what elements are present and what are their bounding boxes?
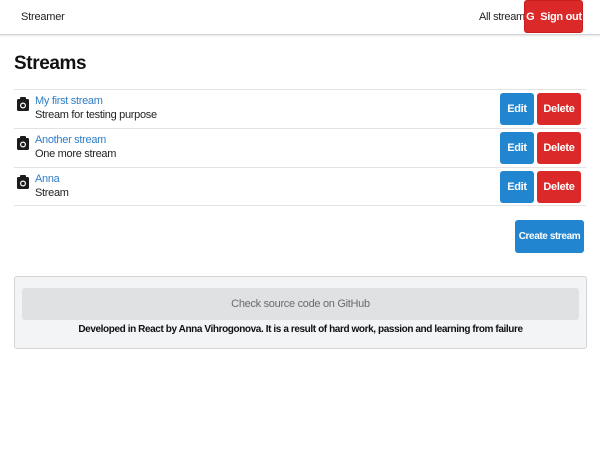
- top-menu: Streamer All streams G Sign out: [0, 0, 600, 35]
- list-item: My first stream Stream for testing purpo…: [14, 89, 586, 128]
- create-stream-button[interactable]: Create stream: [515, 220, 584, 253]
- stream-description: Stream: [35, 187, 69, 199]
- edit-button[interactable]: Edit: [500, 132, 534, 164]
- list-item: Anna Stream Edit Delete: [14, 167, 586, 206]
- sign-out-button[interactable]: G Sign out: [524, 0, 583, 33]
- list-item: Another stream One more stream Edit Dele…: [14, 128, 586, 167]
- google-icon: G: [526, 10, 535, 23]
- page-title: Streams: [14, 53, 87, 74]
- camera-icon: [17, 175, 29, 189]
- footer-segment: Check source code on GitHub Developed in…: [14, 276, 587, 349]
- edit-button[interactable]: Edit: [500, 171, 534, 203]
- sign-out-label: Sign out: [540, 10, 582, 23]
- stream-description: One more stream: [35, 148, 117, 160]
- stream-title-link[interactable]: Anna: [35, 173, 60, 185]
- stream-title-link[interactable]: My first stream: [35, 95, 103, 107]
- brand-link[interactable]: Streamer: [21, 11, 65, 23]
- camera-icon: [17, 97, 29, 111]
- stream-list: My first stream Stream for testing purpo…: [14, 89, 586, 206]
- delete-button[interactable]: Delete: [537, 93, 581, 125]
- footer-credit: Developed in React by Anna Vihrogonova. …: [78, 324, 523, 335]
- edit-button[interactable]: Edit: [500, 93, 534, 125]
- stream-description: Stream for testing purpose: [35, 109, 157, 121]
- all-streams-link[interactable]: All streams: [479, 11, 530, 23]
- delete-button[interactable]: Delete: [537, 171, 581, 203]
- github-source-button[interactable]: Check source code on GitHub: [22, 288, 579, 320]
- stream-title-link[interactable]: Another stream: [35, 134, 106, 146]
- delete-button[interactable]: Delete: [537, 132, 581, 164]
- camera-icon: [17, 136, 29, 150]
